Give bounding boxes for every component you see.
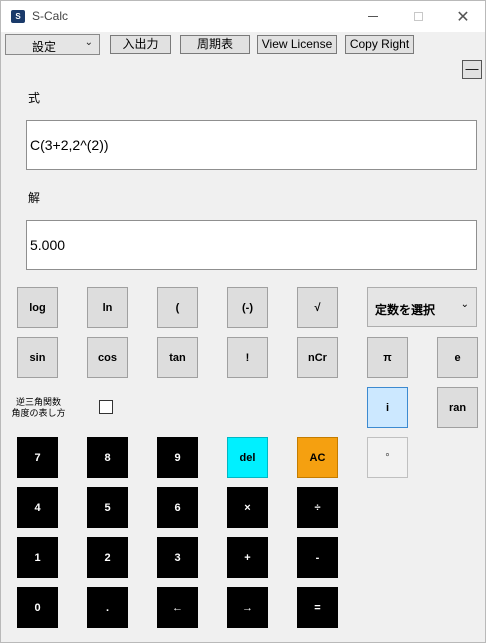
calculator-window: S S-Calc ✕ 設定 ⌄ 入出力 周期表 View License Cop… (0, 0, 486, 643)
cursor-right-button[interactable]: → (227, 587, 268, 628)
view-license-button[interactable]: View License (257, 35, 337, 54)
divide-button[interactable]: ÷ (297, 487, 338, 528)
maximize-button[interactable] (395, 1, 441, 32)
imaginary-button[interactable]: i (367, 387, 408, 428)
answer-field[interactable]: 5.000 (26, 220, 477, 270)
minimize-icon (368, 16, 378, 17)
constant-dropdown[interactable]: 定数を選択 ⌄ (367, 287, 477, 327)
copyright-button[interactable]: Copy Right (345, 35, 414, 54)
digit-3-button[interactable]: 3 (157, 537, 198, 578)
degree-button[interactable]: ° (367, 437, 408, 478)
digit-2-button[interactable]: 2 (87, 537, 128, 578)
expression-field[interactable]: C(3+2,2^(2)) (26, 120, 477, 170)
cos-button[interactable]: cos (87, 337, 128, 378)
inverse-trig-label-line2: 角度の表し方 (11, 408, 66, 418)
settings-label: 設定 (32, 40, 57, 54)
log-button[interactable]: log (17, 287, 58, 328)
multiply-button[interactable]: × (227, 487, 268, 528)
chevron-down-icon: ⌄ (84, 37, 93, 48)
app-icon: S (11, 10, 25, 23)
settings-dropdown[interactable]: 設定 ⌄ (5, 34, 100, 55)
cursor-left-button[interactable]: ← (157, 587, 198, 628)
add-button[interactable]: + (227, 537, 268, 578)
digit-6-button[interactable]: 6 (157, 487, 198, 528)
decimal-button[interactable]: . (87, 587, 128, 628)
minimize-button[interactable] (350, 1, 396, 32)
tan-button[interactable]: tan (157, 337, 198, 378)
ln-button[interactable]: ln (87, 287, 128, 328)
expression-label: 式 (28, 91, 41, 105)
title-bar: S S-Calc ✕ (1, 1, 485, 32)
window-title: S-Calc (32, 9, 69, 23)
digit-7-button[interactable]: 7 (17, 437, 58, 478)
inverse-trig-label-line1: 逆三角関数 (15, 397, 61, 407)
ncr-button[interactable]: nCr (297, 337, 338, 378)
digit-1-button[interactable]: 1 (17, 537, 58, 578)
collapse-button[interactable]: — (462, 60, 482, 79)
inverse-trig-checkbox[interactable] (99, 400, 113, 414)
all-clear-button[interactable]: AC (297, 437, 338, 478)
equals-button[interactable]: = (297, 587, 338, 628)
digit-0-button[interactable]: 0 (17, 587, 58, 628)
negative-button[interactable]: (-) (227, 287, 268, 328)
open-paren-button[interactable]: ( (157, 287, 198, 328)
io-button[interactable]: 入出力 (110, 35, 171, 54)
sqrt-button[interactable]: √ (297, 287, 338, 328)
chevron-down-icon: ⌄ (460, 299, 469, 310)
random-button[interactable]: ran (437, 387, 478, 428)
delete-button[interactable]: del (227, 437, 268, 478)
digit-4-button[interactable]: 4 (17, 487, 58, 528)
close-button[interactable]: ✕ (440, 1, 486, 32)
maximize-icon (413, 12, 423, 21)
pi-button[interactable]: π (367, 337, 408, 378)
sin-button[interactable]: sin (17, 337, 58, 378)
answer-label: 解 (28, 191, 41, 205)
subtract-button[interactable]: - (297, 537, 338, 578)
digit-8-button[interactable]: 8 (87, 437, 128, 478)
close-icon: ✕ (456, 6, 470, 26)
periodic-table-button[interactable]: 周期表 (180, 35, 250, 54)
constant-dropdown-label: 定数を選択 (375, 303, 436, 317)
e-button[interactable]: e (437, 337, 478, 378)
inverse-trig-label: 逆三角関数 角度の表し方 (11, 397, 66, 419)
digit-5-button[interactable]: 5 (87, 487, 128, 528)
factorial-button[interactable]: ! (227, 337, 268, 378)
digit-9-button[interactable]: 9 (157, 437, 198, 478)
